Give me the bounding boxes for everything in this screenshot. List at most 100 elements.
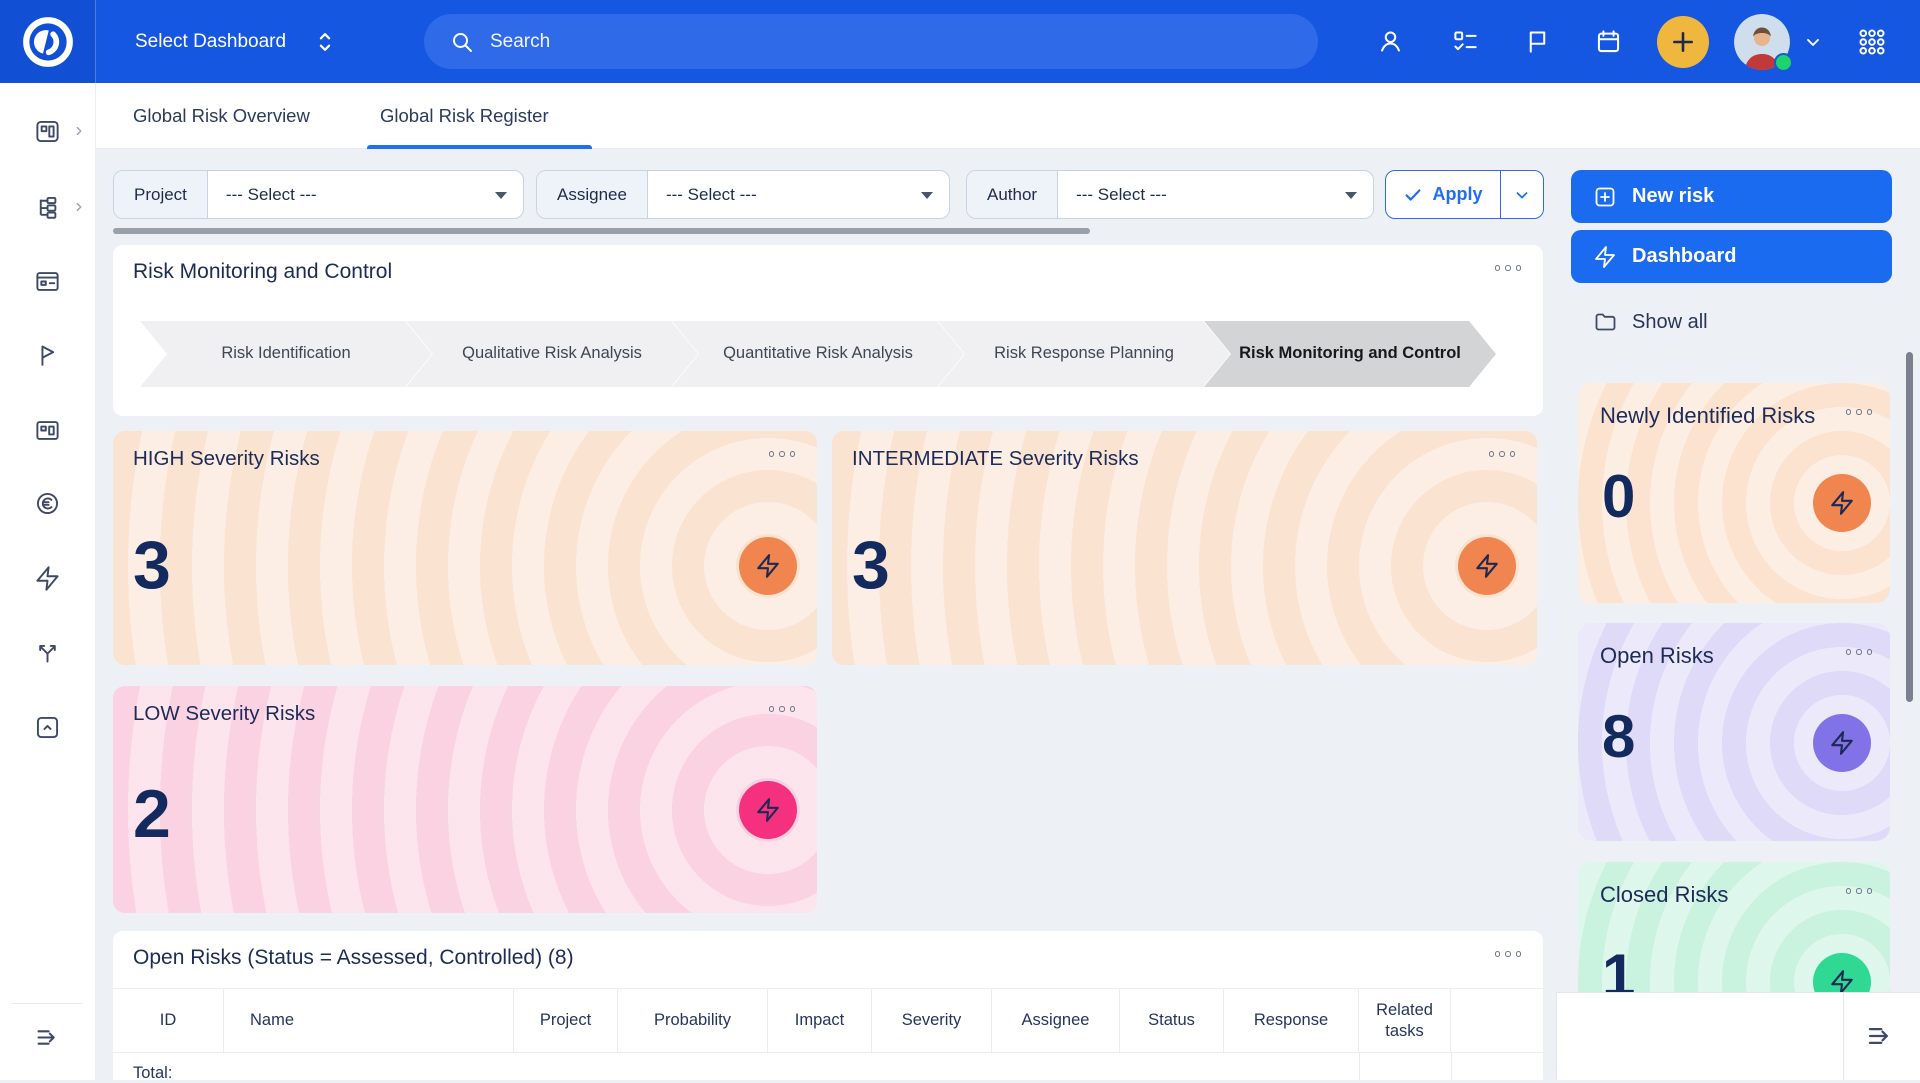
- step-quantitative-risk-analysis: Quantitative Risk Analysis: [672, 321, 964, 387]
- high-severity-count: 3: [133, 531, 171, 599]
- lightning-bolt-icon: [1829, 490, 1855, 516]
- dropdown-caret-icon: [495, 192, 507, 199]
- show-all-link[interactable]: Show all: [1571, 298, 1892, 346]
- filter-project[interactable]: Project --- Select ---: [113, 170, 524, 219]
- topbar: Select Dashboard: [0, 0, 1920, 83]
- kanban-board-icon: [34, 417, 61, 444]
- open-risks-table-menu[interactable]: [1495, 951, 1522, 957]
- sidebar-item-collapse-section[interactable]: [0, 701, 95, 753]
- lightning-bolt-icon: [1593, 245, 1617, 269]
- avatar-chevron-down-icon[interactable]: [1796, 0, 1830, 83]
- newly-identified-risks-title: Newly Identified Risks: [1600, 403, 1815, 429]
- apply-label: Apply: [1432, 184, 1482, 205]
- branch-split-icon: [34, 639, 61, 666]
- column-header-response: Response: [1224, 989, 1359, 1052]
- tabs-bar: Global Risk Overview Global Risk Registe…: [95, 83, 1920, 149]
- euro-coin-icon: [34, 490, 61, 517]
- panel-expand-icon[interactable]: [1855, 1012, 1905, 1060]
- filter-author-label: Author: [967, 171, 1058, 218]
- dashboard-button-label: Dashboard: [1632, 245, 1736, 268]
- lightning-bolt-icon: [755, 553, 781, 579]
- apply-button[interactable]: Apply: [1385, 170, 1544, 219]
- filter-author[interactable]: Author --- Select ---: [966, 170, 1374, 219]
- lightning-bolt-icon: [1474, 553, 1500, 579]
- sidebar-item-browser-view[interactable]: [0, 255, 95, 307]
- checklist-icon[interactable]: [1443, 0, 1487, 83]
- tab-global-risk-register[interactable]: Global Risk Register: [380, 83, 549, 148]
- check-icon: [1403, 185, 1423, 205]
- add-button[interactable]: [1657, 16, 1709, 68]
- dashboard-selector[interactable]: Select Dashboard: [135, 0, 336, 83]
- table-column-divider: [1451, 1053, 1452, 1080]
- open-risks-table-panel: Open Risks (Status = Assessed, Controlle…: [113, 931, 1543, 1080]
- apply-dropdown-toggle[interactable]: [1501, 171, 1543, 218]
- high-severity-menu[interactable]: [769, 451, 796, 457]
- column-header-probability: Probability: [618, 989, 768, 1052]
- app-logo[interactable]: [0, 0, 96, 83]
- horizontal-scrollbar[interactable]: [113, 228, 1090, 234]
- right-panel-footer: [1556, 992, 1920, 1080]
- column-header-id: ID: [113, 989, 224, 1052]
- sidebar-item-structure[interactable]: [0, 181, 95, 233]
- open-risks-count: 8: [1602, 707, 1635, 767]
- square-plus-icon: [1593, 185, 1617, 209]
- risk-dashboard-app: Select Dashboard: [0, 0, 1920, 1080]
- process-panel-title: Risk Monitoring and Control: [133, 260, 392, 284]
- high-severity-card: HIGH Severity Risks 3: [113, 431, 817, 665]
- tab-global-risk-overview[interactable]: Global Risk Overview: [133, 83, 310, 148]
- left-sidebar: [0, 83, 96, 1080]
- open-risks-table-title: Open Risks (Status = Assessed, Controlle…: [133, 946, 574, 970]
- closed-risks-title: Closed Risks: [1600, 882, 1728, 908]
- dropdown-caret-icon: [1345, 192, 1357, 199]
- calendar-icon[interactable]: [1586, 0, 1630, 83]
- column-header-actions: [1451, 989, 1543, 1052]
- sidebar-item-workflows[interactable]: [0, 626, 95, 678]
- new-risk-button[interactable]: New risk: [1571, 170, 1892, 223]
- updown-chevron-icon: [314, 27, 336, 57]
- open-risks-menu[interactable]: [1846, 649, 1873, 655]
- avatar[interactable]: [1734, 14, 1790, 70]
- risk-process-panel: Risk Monitoring and Control Risk Identif…: [113, 245, 1543, 416]
- table-total-label: Total:: [133, 1064, 172, 1083]
- step-risk-identification: Risk Identification: [140, 321, 432, 387]
- table-column-divider: [1359, 1053, 1360, 1080]
- logo-icon: [19, 13, 77, 71]
- column-header-assignee: Assignee: [992, 989, 1120, 1052]
- closed-risks-menu[interactable]: [1846, 888, 1873, 894]
- vertical-scrollbar[interactable]: [1906, 352, 1913, 702]
- dashboard-selector-label: Select Dashboard: [135, 31, 286, 53]
- sidebar-divider: [12, 1003, 83, 1004]
- lightning-bolt-icon: [1829, 730, 1855, 756]
- bolt-badge: [1813, 474, 1871, 532]
- search-input[interactable]: [488, 30, 1300, 54]
- profile-icon[interactable]: [1368, 0, 1412, 83]
- column-header-severity: Severity: [872, 989, 992, 1052]
- flag-icon[interactable]: [1515, 0, 1559, 83]
- chevron-right-icon: [72, 124, 86, 138]
- sidebar-item-milestones[interactable]: [0, 329, 95, 381]
- filter-assignee-label: Assignee: [537, 171, 648, 218]
- folder-icon: [1593, 310, 1617, 334]
- column-header-status: Status: [1120, 989, 1224, 1052]
- apps-grid-icon[interactable]: [1850, 0, 1894, 83]
- bolt-badge: [1813, 714, 1871, 772]
- newly-identified-risks-menu[interactable]: [1846, 409, 1873, 415]
- sidebar-item-finance[interactable]: [0, 477, 95, 529]
- filter-assignee[interactable]: Assignee --- Select ---: [536, 170, 950, 219]
- dashboard-button[interactable]: Dashboard: [1571, 230, 1892, 283]
- search-icon: [450, 30, 474, 54]
- chevron-down-icon: [1513, 186, 1531, 204]
- filter-project-value: --- Select ---: [208, 171, 523, 218]
- search-bar[interactable]: [424, 14, 1318, 69]
- sidebar-item-boards[interactable]: [0, 404, 95, 456]
- column-header-related-tasks: Related tasks: [1359, 989, 1451, 1052]
- step-qualitative-risk-analysis: Qualitative Risk Analysis: [406, 321, 698, 387]
- intermediate-severity-title: INTERMEDIATE Severity Risks: [852, 447, 1139, 471]
- sidebar-item-risks[interactable]: [0, 552, 95, 604]
- sidebar-expand-icon[interactable]: [23, 1013, 71, 1061]
- chevron-right-icon: [72, 200, 86, 214]
- intermediate-severity-menu[interactable]: [1489, 451, 1516, 457]
- sidebar-item-dashboards[interactable]: [0, 105, 95, 157]
- low-severity-menu[interactable]: [769, 706, 796, 712]
- process-panel-menu[interactable]: [1495, 265, 1522, 271]
